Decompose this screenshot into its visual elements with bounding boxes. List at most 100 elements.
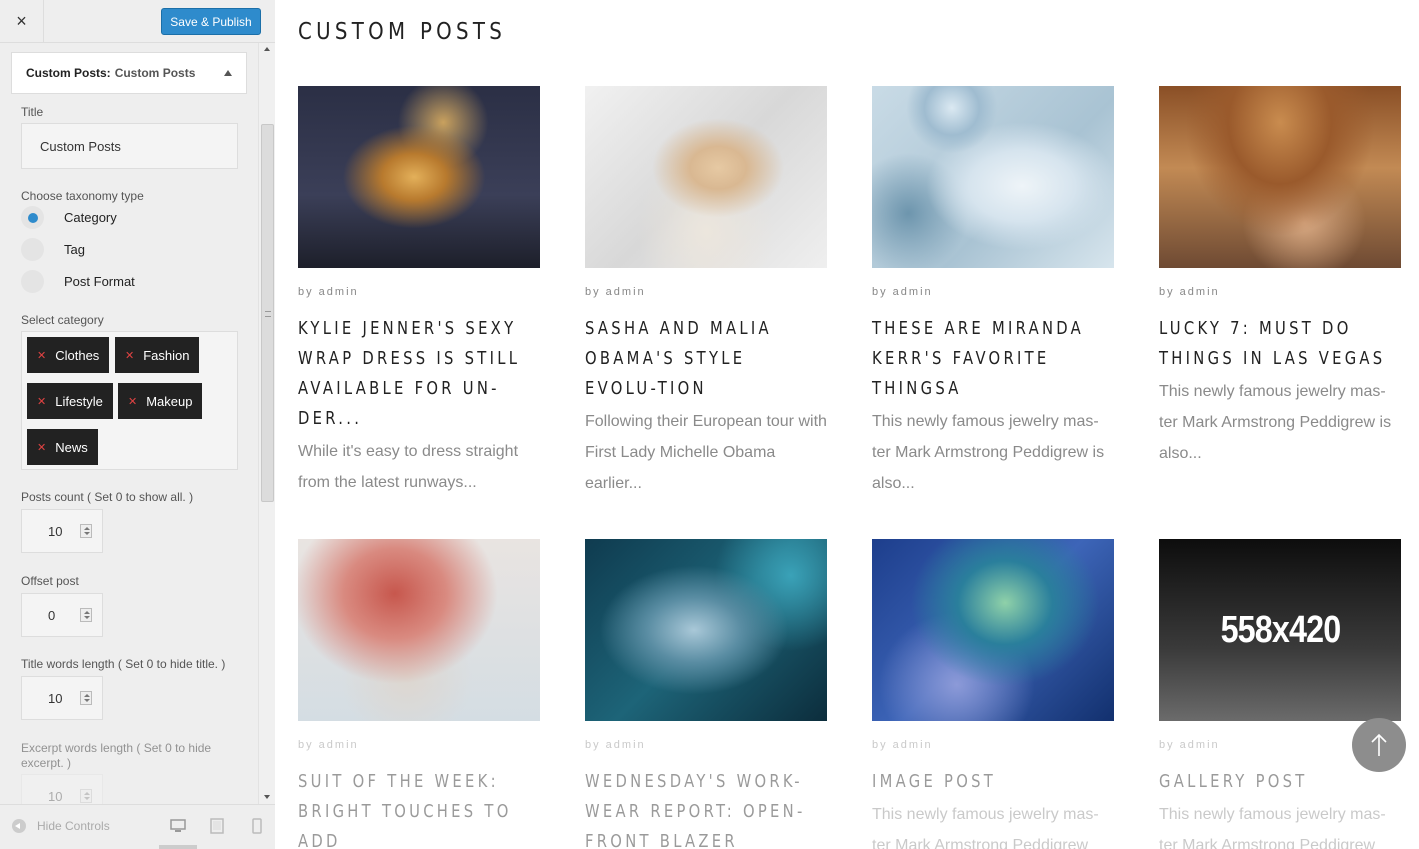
post-thumbnail[interactable] (585, 86, 827, 268)
post-card[interactable]: by admin SASHA AND MALIA OBAMA'S STYLE E… (585, 86, 827, 499)
posts-count-input[interactable]: 10 (21, 509, 103, 553)
post-title[interactable]: IMAGE POST (872, 767, 1114, 797)
post-title[interactable]: WEDNESDAY'S WORK-WEAR REPORT: OPEN-FRONT… (585, 767, 827, 849)
post-thumbnail[interactable] (298, 539, 540, 721)
category-tag[interactable]: ✕ Fashion (115, 337, 200, 373)
section-title: CUSTOM POSTS (298, 19, 507, 45)
category-tag[interactable]: ✕ Clothes (27, 337, 110, 373)
post-byline[interactable]: by admin (585, 739, 827, 751)
customizer-sidebar: × Save & Publish Custom Posts: Custom Po… (0, 0, 275, 849)
tag-label: News (55, 439, 88, 455)
post-title[interactable]: SUIT OF THE WEEK: BRIGHT TOUCHES TO ADD (298, 767, 540, 849)
remove-icon[interactable]: ✕ (37, 395, 46, 408)
post-byline[interactable]: by admin (872, 739, 1114, 751)
category-selector[interactable]: ✕ Clothes ✕ Fashion ✕ Lifestyle ✕ Makeup ✕ Ne… (21, 331, 238, 470)
tag-label: Lifestyle (55, 393, 103, 409)
radio-label: Post Format (64, 274, 135, 289)
title-label: Title (21, 105, 44, 119)
widget-panel-header[interactable]: Custom Posts: Custom Posts (11, 52, 247, 94)
hide-controls-label: Hide Controls (37, 819, 110, 833)
title-words-label: Title words length ( Set 0 to hide title… (21, 657, 226, 671)
spinner-icon[interactable] (80, 524, 92, 538)
category-label: Select category (21, 313, 104, 327)
remove-icon[interactable]: ✕ (125, 349, 134, 362)
post-byline[interactable]: by admin (298, 739, 540, 751)
spinner-icon[interactable] (80, 608, 92, 622)
post-placeholder-thumbnail[interactable]: 558x420 (1159, 539, 1401, 721)
post-byline[interactable]: by admin (872, 286, 1114, 298)
category-tag[interactable]: ✕ News (27, 429, 98, 465)
radio-button[interactable] (21, 270, 44, 293)
back-to-top-button[interactable] (1352, 718, 1406, 772)
post-thumbnail[interactable] (585, 539, 827, 721)
hide-controls-button[interactable]: Hide Controls (12, 819, 110, 833)
post-thumbnail[interactable] (298, 86, 540, 268)
post-byline[interactable]: by admin (1159, 286, 1401, 298)
post-card[interactable]: by admin THESE ARE MIRANDA KERR'S FAVORI… (872, 86, 1114, 499)
post-title[interactable]: GALLERY POST (1159, 767, 1401, 797)
radio-category[interactable]: Category (21, 206, 117, 229)
customizer-footer: Hide Controls (0, 804, 275, 849)
scroll-thumb[interactable] (261, 124, 274, 502)
post-byline[interactable]: by admin (585, 286, 827, 298)
scroll-up-icon[interactable] (264, 47, 270, 51)
excerpt-words-input[interactable]: 10 (21, 774, 103, 804)
remove-icon[interactable]: ✕ (128, 395, 137, 408)
title-input[interactable]: Custom Posts (21, 123, 238, 169)
save-publish-button[interactable]: Save & Publish (161, 8, 261, 35)
offset-input[interactable]: 0 (21, 593, 103, 637)
radio-button-checked[interactable] (21, 206, 44, 229)
post-excerpt: Following their European tour with First… (585, 413, 827, 492)
post-excerpt: This newly famous jewelry mas-ter Mark A… (1159, 806, 1386, 849)
posts-count-value: 10 (48, 523, 63, 539)
radio-post-format[interactable]: Post Format (21, 270, 135, 293)
panel-scrollbar[interactable] (258, 43, 275, 804)
post-title[interactable]: LUCKY 7: MUST DO THINGS IN LAS VEGAS (1159, 314, 1401, 374)
close-button[interactable]: × (0, 0, 44, 43)
title-words-input[interactable]: 10 (21, 676, 103, 720)
remove-icon[interactable]: ✕ (37, 349, 46, 362)
post-thumbnail[interactable] (1159, 86, 1401, 268)
post-card[interactable]: by admin SUIT OF THE WEEK: BRIGHT TOUCHE… (298, 539, 540, 849)
post-title[interactable]: THESE ARE MIRANDA KERR'S FAVORITE THINGS… (872, 314, 1114, 404)
desktop-preview-icon[interactable] (170, 818, 186, 834)
customizer-header: × Save & Publish (0, 0, 275, 43)
footer-divider (159, 845, 197, 849)
spinner-icon[interactable] (80, 691, 92, 705)
grip-icon (265, 311, 271, 317)
mobile-preview-icon[interactable] (249, 818, 265, 834)
widget-name: Custom Posts (114, 66, 196, 80)
offset-value: 0 (48, 607, 56, 623)
post-title[interactable]: SASHA AND MALIA OBAMA'S STYLE EVOLU-TION (585, 314, 827, 404)
collapse-caret-icon[interactable] (224, 70, 232, 76)
posts-count-label: Posts count ( Set 0 to show all. ) (21, 490, 194, 504)
radio-label: Tag (64, 242, 85, 257)
post-thumbnail[interactable] (872, 86, 1114, 268)
post-byline[interactable]: by admin (298, 286, 540, 298)
post-title[interactable]: KYLIE JENNER'S SEXY WRAP DRESS IS STILL … (298, 314, 540, 434)
post-excerpt: While it's easy to dress straight from t… (298, 443, 519, 491)
tag-label: Fashion (143, 347, 190, 363)
widget-panel: Custom Posts: Custom Posts Title Custom … (11, 52, 247, 804)
post-card[interactable]: by admin WEDNESDAY'S WORK-WEAR REPORT: O… (585, 539, 827, 849)
category-tag[interactable]: ✕ Lifestyle (27, 383, 113, 419)
post-card[interactable]: 558x420 by admin GALLERY POST This newly… (1159, 539, 1401, 849)
post-excerpt: This newly famous jewelry mas-ter Mark A… (872, 413, 1105, 492)
taxonomy-label: Choose taxonomy type (21, 189, 144, 203)
title-words-value: 10 (48, 690, 63, 706)
post-card[interactable]: by admin LUCKY 7: MUST DO THINGS IN LAS … (1159, 86, 1401, 469)
tag-label: Clothes (55, 347, 100, 363)
radio-tag[interactable]: Tag (21, 238, 85, 261)
site-preview: CUSTOM POSTS by admin KYLIE JENNER'S SEX… (275, 0, 1419, 849)
spinner-icon[interactable] (80, 789, 92, 803)
collapse-arrow-icon (12, 819, 26, 833)
tablet-preview-icon[interactable] (209, 818, 225, 834)
scroll-down-icon[interactable] (264, 795, 270, 799)
post-thumbnail[interactable] (872, 539, 1114, 721)
post-card[interactable]: by admin IMAGE POST This newly famous je… (872, 539, 1114, 849)
remove-icon[interactable]: ✕ (37, 441, 46, 454)
arrow-up-icon (1371, 733, 1387, 756)
category-tag[interactable]: ✕ Makeup (118, 383, 203, 419)
post-card[interactable]: by admin KYLIE JENNER'S SEXY WRAP DRESS … (298, 86, 540, 498)
radio-button[interactable] (21, 238, 44, 261)
